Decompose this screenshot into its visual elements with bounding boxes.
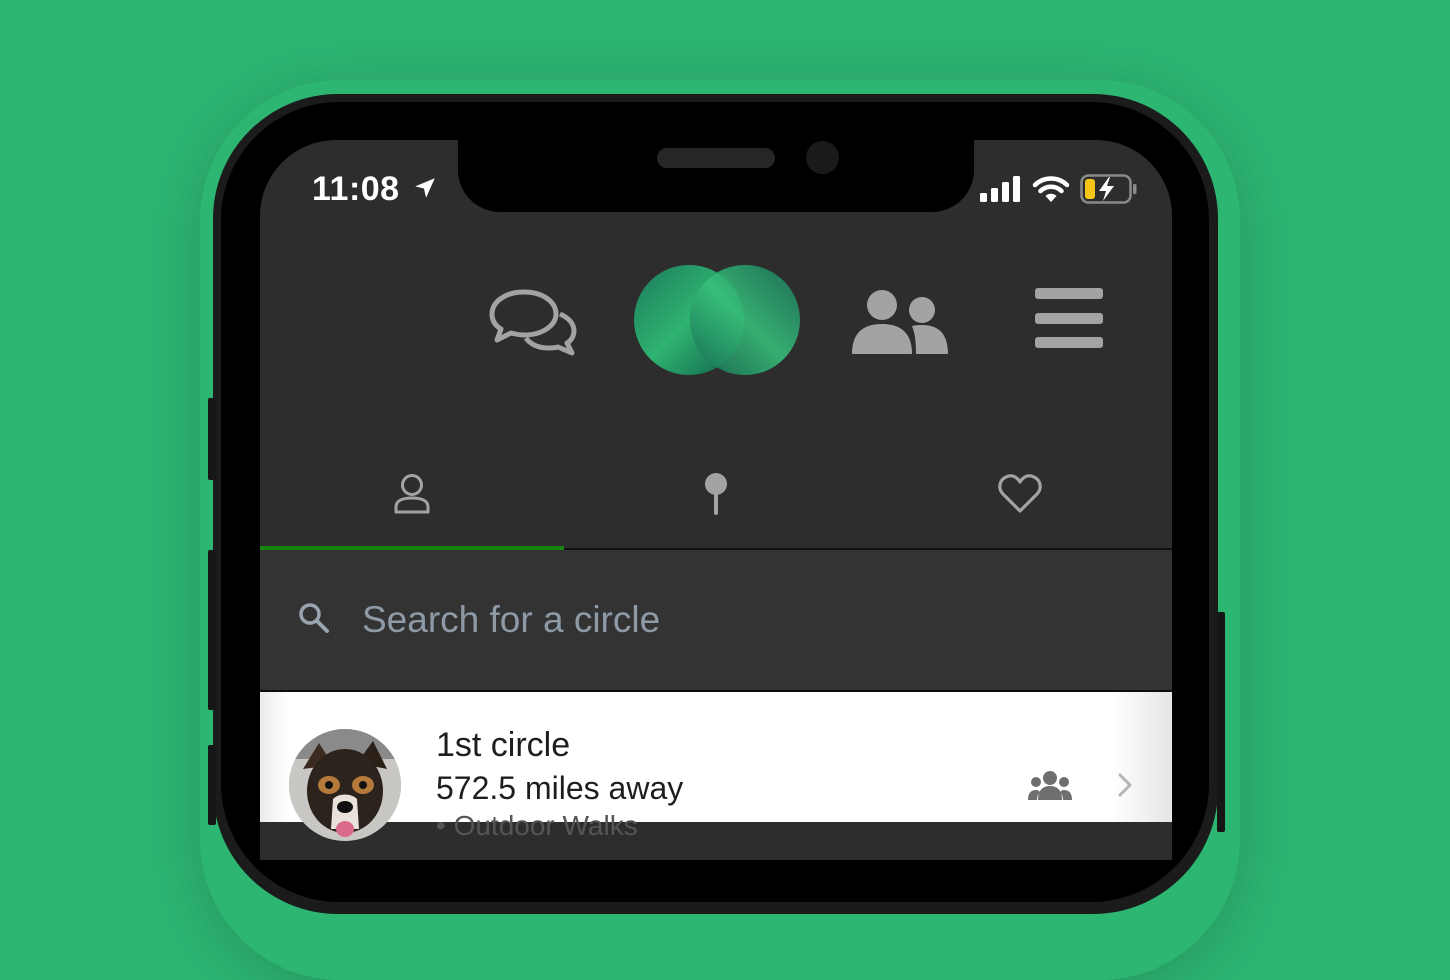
pin-icon bbox=[705, 473, 727, 515]
heart-icon bbox=[998, 474, 1042, 513]
person-icon bbox=[394, 474, 430, 514]
circle-list: 1st circle 572.5 miles away • Outdoor Wa… bbox=[260, 692, 1172, 841]
location-arrow-icon bbox=[414, 178, 435, 198]
notch bbox=[458, 130, 974, 212]
dog-avatar-image bbox=[289, 729, 401, 841]
app-header bbox=[260, 230, 1172, 430]
search-bar bbox=[260, 550, 1172, 692]
tab-places[interactable] bbox=[564, 440, 868, 548]
speaker-grille bbox=[657, 148, 775, 168]
phone-side-button bbox=[208, 398, 216, 480]
chevron-right-icon[interactable] bbox=[1117, 772, 1133, 798]
tab-people[interactable] bbox=[260, 440, 564, 550]
app-logo[interactable] bbox=[632, 262, 802, 378]
chat-bubbles-icon[interactable] bbox=[488, 288, 578, 356]
circle-extra: • Outdoor Walks bbox=[436, 810, 638, 841]
circle-title: 1st circle bbox=[436, 726, 571, 764]
status-time: 11:08 bbox=[312, 170, 438, 209]
phone-side-button bbox=[208, 550, 216, 710]
phone-side-button bbox=[1217, 612, 1225, 832]
tab-favorites[interactable] bbox=[868, 440, 1172, 548]
search-input[interactable] bbox=[360, 594, 1064, 646]
list-shade bbox=[260, 692, 290, 822]
circle-distance: 572.5 miles away bbox=[436, 770, 684, 806]
search-icon bbox=[299, 603, 329, 633]
front-camera bbox=[806, 141, 839, 174]
group-icon bbox=[1028, 771, 1072, 800]
people-icon[interactable] bbox=[850, 288, 950, 356]
battery-charging-icon bbox=[1080, 174, 1137, 204]
hamburger-menu-icon[interactable] bbox=[1034, 286, 1104, 350]
signal-icon bbox=[980, 176, 1020, 202]
avatar bbox=[289, 729, 401, 841]
status-icons bbox=[978, 174, 1138, 204]
phone-side-button bbox=[208, 745, 216, 825]
tab-bar bbox=[260, 440, 1172, 550]
time-text: 11:08 bbox=[312, 170, 400, 208]
wifi-icon bbox=[1032, 176, 1070, 202]
list-shade bbox=[1112, 692, 1172, 822]
